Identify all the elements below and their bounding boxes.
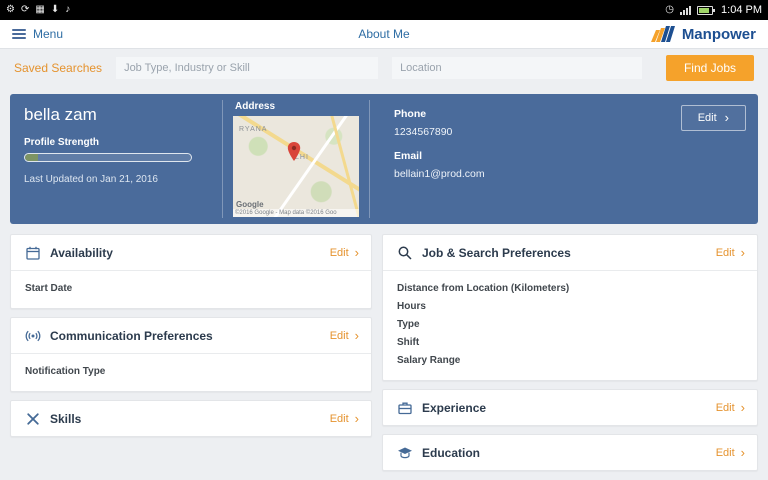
signal-icon [680, 5, 692, 15]
find-jobs-button[interactable]: Find Jobs [665, 54, 754, 81]
map-attribution: ©2016 Google - Map data ©2016 Goo [233, 209, 359, 217]
job-search-input[interactable] [116, 56, 379, 79]
left-column: Availability Edit Start Date [10, 234, 372, 437]
profile-sections: Availability Edit Start Date [0, 224, 768, 471]
job-search-item: Salary Range [397, 355, 461, 366]
status-right-icons: ◷ 1:04 PM [665, 4, 762, 16]
communication-header: Communication Preferences Edit [11, 318, 371, 353]
saved-searches-link[interactable]: Saved Searches [14, 61, 102, 75]
location-input[interactable] [392, 56, 643, 79]
hamburger-icon [12, 29, 26, 39]
graduation-cap-icon [398, 447, 412, 458]
job-search-item: Hours [397, 301, 426, 312]
profile-name: bella zam [24, 105, 97, 124]
communication-item: Notification Type [25, 366, 106, 377]
profile-strength-fill [25, 154, 39, 161]
alarm-icon: ◷ [665, 4, 675, 15]
profile-edit-button[interactable]: Edit [680, 105, 746, 131]
edit-label: Edit [715, 246, 735, 259]
email-value: bellain1@prod.com [394, 168, 485, 180]
availability-item: Start Date [25, 283, 73, 294]
communication-edit-button[interactable]: Edit [330, 329, 359, 343]
skills-title: Skills [50, 411, 82, 426]
education-title: Education [422, 445, 481, 460]
education-card: Education Edit [382, 434, 758, 471]
profile-strength-label: Profile Strength [24, 137, 100, 148]
address-map-thumbnail[interactable]: RYANA LHI Google ©2016 Google - Map data… [233, 116, 359, 217]
search-row: Saved Searches Find Jobs [0, 49, 768, 86]
profile-identity: bella zam Profile Strength Last Updated … [10, 94, 222, 224]
education-header: Education Edit [383, 435, 757, 470]
job-search-item: Shift [397, 337, 420, 348]
brand-name: Manpower [681, 25, 756, 43]
communication-preferences-card: Communication Preferences Edit Notificat… [10, 317, 372, 392]
menu-button[interactable]: Menu [12, 27, 63, 41]
menu-label: Menu [33, 27, 64, 41]
chevron-right-icon [355, 329, 359, 343]
skills-card: Skills Edit [10, 400, 372, 437]
job-search-edit-button[interactable]: Edit [716, 246, 745, 260]
sd-card-icon: ▦ [35, 4, 45, 15]
communication-title: Communication Preferences [50, 328, 213, 343]
profile-address-section: Address RYANA LHI Google ©2016 Google - … [223, 94, 369, 224]
availability-card: Availability Edit Start Date [10, 234, 372, 309]
job-search-title: Job & Search Preferences [422, 245, 571, 260]
broadcast-icon [25, 330, 41, 341]
right-column: Job & Search Preferences Edit Distance f… [382, 234, 758, 471]
profile-summary-card: bella zam Profile Strength Last Updated … [10, 94, 758, 224]
skills-edit-button[interactable]: Edit [330, 412, 359, 426]
edit-label: Edit [329, 246, 349, 259]
chevron-right-icon [741, 446, 745, 460]
skills-header: Skills Edit [11, 401, 371, 436]
download-icon: ⬇ [50, 4, 60, 15]
edit-label: Edit [715, 446, 735, 459]
brand-logo: Manpower [650, 25, 756, 43]
profile-edit-label: Edit [697, 112, 717, 124]
manpower-logo-icon [650, 26, 675, 42]
chevron-right-icon [741, 401, 745, 415]
job-search-preferences-card: Job & Search Preferences Edit Distance f… [382, 234, 758, 381]
education-edit-button[interactable]: Edit [716, 446, 745, 460]
chevron-right-icon [355, 412, 359, 426]
map-pin-icon [287, 142, 301, 161]
google-logo: Google [236, 200, 264, 209]
tools-icon [27, 412, 39, 425]
last-updated-text: Last Updated on Jan 21, 2016 [24, 174, 158, 185]
briefcase-icon [398, 402, 412, 414]
experience-header: Experience Edit [383, 390, 757, 425]
map-region-label: RYANA [239, 126, 268, 133]
app-screen: ⚙ ⟳ ▦ ⬇ ♪ ◷ 1:04 PM Menu About Me Manpow… [0, 0, 768, 480]
job-search-header: Job & Search Preferences Edit [383, 235, 757, 270]
job-search-item: Distance from Location (Kilometers) [397, 283, 570, 294]
job-search-body: Distance from Location (Kilometers) Hour… [383, 271, 757, 380]
experience-title: Experience [422, 400, 487, 415]
battery-icon [697, 5, 716, 15]
status-time: 1:04 PM [721, 4, 762, 16]
status-bar: ⚙ ⟳ ▦ ⬇ ♪ ◷ 1:04 PM [0, 0, 768, 20]
profile-strength-bar [24, 153, 192, 162]
chevron-right-icon [355, 246, 359, 260]
chevron-right-icon [741, 246, 745, 260]
edit-label: Edit [329, 412, 349, 425]
job-search-item: Type [397, 319, 420, 330]
experience-card: Experience Edit [382, 389, 758, 426]
edit-label: Edit [715, 401, 735, 414]
chevron-right-icon [725, 111, 729, 125]
search-icon [398, 246, 412, 260]
settings-icon: ⚙ [6, 4, 15, 15]
address-label: Address [235, 101, 276, 112]
availability-title: Availability [50, 245, 113, 260]
experience-edit-button[interactable]: Edit [716, 401, 745, 415]
availability-header: Availability Edit [11, 235, 371, 270]
availability-body: Start Date [11, 271, 371, 308]
email-label: Email [394, 150, 423, 162]
sync-icon: ⟳ [20, 4, 30, 15]
calendar-icon [26, 246, 40, 260]
media-icon: ♪ [65, 4, 71, 15]
app-header: Menu About Me Manpower [0, 20, 768, 49]
availability-edit-button[interactable]: Edit [330, 246, 359, 260]
status-left-icons: ⚙ ⟳ ▦ ⬇ ♪ [6, 5, 70, 15]
communication-body: Notification Type [11, 354, 371, 391]
edit-label: Edit [329, 329, 349, 342]
